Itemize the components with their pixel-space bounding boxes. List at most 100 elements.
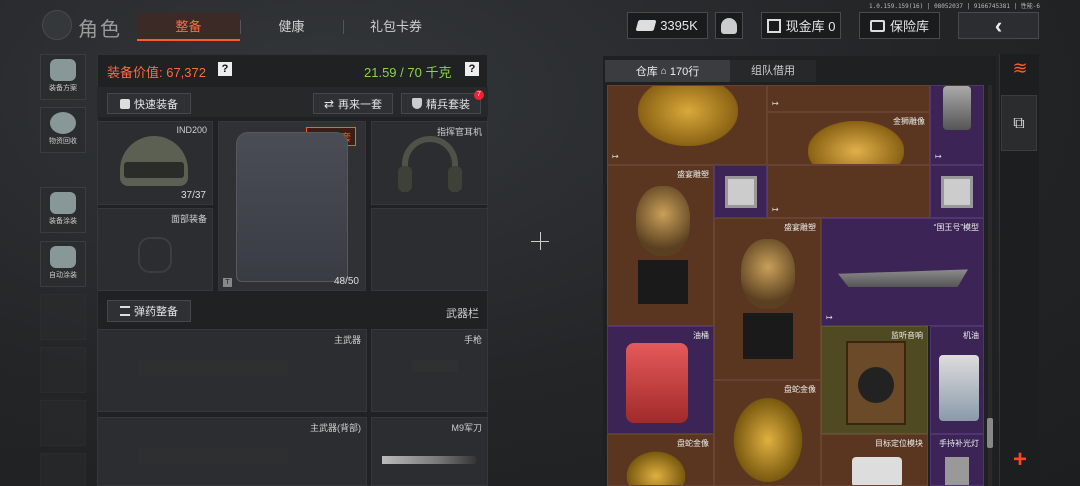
- armor-tier-icon: T: [223, 278, 232, 287]
- item-marker-icon: ↦: [772, 205, 779, 214]
- weapons-label: 武器栏: [446, 308, 479, 320]
- helmet-slot[interactable]: IND200 37/37: [97, 121, 213, 205]
- item-name: “国王号”模型: [933, 223, 979, 232]
- bust-sculpture-icon: [636, 186, 690, 256]
- warehouse-item[interactable]: 手持补光灯: [930, 434, 984, 486]
- add-icon[interactable]: +: [1008, 448, 1032, 472]
- helmet-name: IND200: [176, 125, 207, 135]
- empty-slot: [40, 453, 86, 486]
- elite-label: 精兵套装: [426, 98, 470, 111]
- warehouse-item[interactable]: 盛宴雕塑: [607, 165, 714, 326]
- loadout-plan-button[interactable]: 装备方案: [40, 54, 86, 100]
- warehouse-item[interactable]: ↦: [607, 85, 767, 165]
- auto-skin-button[interactable]: 自动涂装: [40, 241, 86, 287]
- pistol-slot[interactable]: 手枪: [371, 329, 488, 412]
- warehouse-item[interactable]: 盘蛇金像: [607, 434, 714, 486]
- knife-icon: [382, 456, 477, 464]
- container-stack-icon[interactable]: ⧉: [1001, 95, 1037, 151]
- team-borrow-tab[interactable]: 组队借用: [730, 60, 816, 82]
- warehouse-item[interactable]: ↦: [767, 165, 930, 218]
- warehouse-item[interactable]: 油桶: [607, 326, 714, 434]
- safe-vault-button[interactable]: 保险库: [859, 12, 940, 39]
- warehouse-item[interactable]: 机油: [930, 326, 984, 434]
- warehouse-item[interactable]: 目标定位模块: [821, 434, 928, 486]
- face-slot[interactable]: 面部装备: [97, 208, 213, 291]
- gold-lion-statue-icon: [638, 86, 738, 146]
- backpack-slot[interactable]: [371, 208, 488, 291]
- equipment-skin-icon: [50, 192, 76, 214]
- cash-vault-label: 现金库 0: [785, 19, 836, 34]
- warehouse-item[interactable]: 盘蛇金像: [714, 380, 821, 486]
- gold-snake-statue-icon: [626, 451, 686, 485]
- elite-kit-button[interactable]: 精兵套装: [401, 93, 481, 114]
- data-chip-icon: [725, 176, 757, 208]
- warehouse-item[interactable]: [714, 165, 767, 218]
- quick-equip-button[interactable]: 快速装备: [107, 93, 191, 114]
- sidebar-label: 物资回收: [49, 138, 77, 145]
- tab-health[interactable]: 健康: [240, 13, 343, 41]
- back-arrow-icon: ‹: [994, 12, 1003, 38]
- sidebar-label: 自动涂装: [49, 272, 77, 279]
- earcup-icon: [398, 166, 412, 192]
- speaker-cone-icon: [858, 367, 894, 403]
- warehouse-tab-label: 仓库: [635, 66, 658, 78]
- sidebar-label: 装备方案: [49, 85, 77, 92]
- earcup-icon: [448, 166, 462, 192]
- refresh-icon: ⇄: [323, 96, 335, 111]
- warehouse-item[interactable]: 金狮雕像: [767, 112, 930, 165]
- item-marker-icon: ↦: [935, 152, 942, 161]
- warehouse-item[interactable]: ↦: [930, 85, 984, 165]
- scrollbar-thumb[interactable]: [987, 418, 993, 448]
- empty-slot: [40, 347, 86, 393]
- bust-sculpture-icon: [741, 239, 795, 309]
- item-name: 手持补光灯: [939, 439, 979, 448]
- back-button[interactable]: ‹: [958, 12, 1039, 39]
- safe-vault-label: 保险库: [889, 19, 929, 34]
- warehouse-item[interactable]: ↦: [767, 85, 930, 112]
- shield-icon: [412, 98, 422, 109]
- headset-slot[interactable]: 指挥官耳机: [371, 121, 488, 205]
- warehouse-item[interactable]: “国王号”模型 ↦: [821, 218, 984, 326]
- warehouse-item[interactable]: 盛宴雕塑: [714, 218, 821, 380]
- page-title: 角色: [78, 19, 122, 41]
- melee-slot[interactable]: M9军刀: [371, 417, 488, 486]
- value-help-icon[interactable]: ?: [218, 62, 232, 76]
- item-marker-icon: ↦: [826, 313, 833, 322]
- warehouse-tab[interactable]: 仓库 ⌂ 170行: [605, 60, 730, 82]
- data-chip-icon: [941, 176, 973, 208]
- equipment-value: 装备价值: 67,372: [107, 65, 206, 80]
- item-name: 机油: [963, 331, 979, 340]
- armor-durability: 48/50: [333, 276, 359, 287]
- mask-placeholder-icon: [138, 237, 172, 273]
- tab-equipment[interactable]: 整备: [137, 13, 240, 41]
- pistol-silhouette-icon: [412, 360, 458, 372]
- back-weapon-slot[interactable]: 主武器(背部): [97, 417, 367, 486]
- armor-slot[interactable]: 再来一套 T 48/50: [218, 121, 366, 291]
- item-name: 监听音响: [891, 331, 923, 340]
- tab-gift-cards[interactable]: 礼包卡券: [343, 13, 449, 41]
- warehouse-item[interactable]: [930, 165, 984, 218]
- pedestal-icon: [743, 313, 793, 359]
- ammo-prep-label: 弹药整备: [134, 306, 178, 318]
- warehouse-item[interactable]: 监听音响: [821, 326, 928, 434]
- primary-weapon-name: 主武器: [333, 335, 361, 345]
- recycle-icon: [50, 112, 76, 134]
- ammo-prep-button[interactable]: 弹药整备: [107, 300, 191, 322]
- carry-weight: 21.59 / 70 千克: [364, 65, 452, 80]
- dealer-button[interactable]: [715, 12, 743, 39]
- rifle-silhouette-icon: [138, 448, 288, 464]
- cash-vault-button[interactable]: 现金库 0: [761, 12, 841, 39]
- weight-help-icon[interactable]: ?: [465, 62, 479, 76]
- safe-icon: [869, 19, 885, 32]
- crosshair-icon: [540, 232, 541, 250]
- elite-badge: 7: [474, 90, 484, 100]
- recycle-button[interactable]: 物资回收: [40, 107, 86, 153]
- primary-weapon-slot[interactable]: 主武器: [97, 329, 367, 412]
- currency-display[interactable]: 3395K: [627, 12, 708, 39]
- game-logo-icon: [42, 10, 72, 40]
- equipment-skin-button[interactable]: 装备涂装: [40, 187, 86, 233]
- helmet-icon: [120, 136, 188, 186]
- repeat-loadout-button[interactable]: ⇄ 再来一套: [313, 93, 393, 114]
- sort-stack-icon[interactable]: ≋: [1006, 58, 1034, 82]
- shirt-icon: [120, 98, 130, 109]
